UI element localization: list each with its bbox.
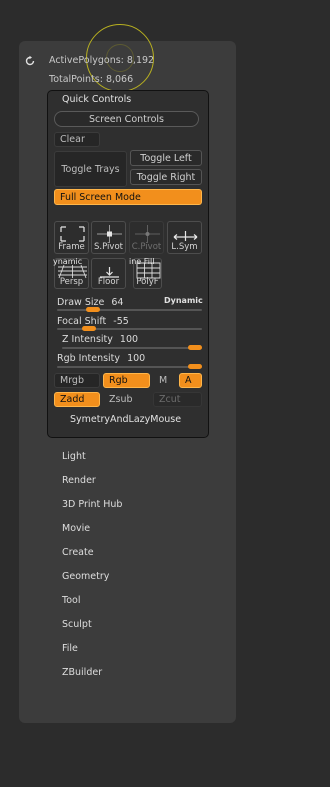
rgb-intensity-knob[interactable] — [188, 364, 202, 369]
menu-item-sculpt[interactable]: Sculpt — [62, 619, 92, 630]
frame-label: Frame — [58, 242, 85, 252]
refresh-icon[interactable] — [24, 52, 36, 66]
menu-item-3d-print-hub[interactable]: 3D Print Hub — [62, 499, 122, 510]
menu-item-geometry[interactable]: Geometry — [62, 571, 109, 582]
zsub-button[interactable]: Zsub — [103, 392, 150, 407]
full-screen-mode-label: Full Screen Mode — [60, 191, 141, 203]
floor-label: Floor — [97, 277, 120, 287]
toggle-right-label: Toggle Right — [136, 171, 196, 183]
a-button[interactable]: A — [179, 373, 202, 388]
overlap-text-line-fill: ine Fill — [129, 257, 155, 266]
local-symmetry-label: L.Sym — [171, 242, 198, 252]
menu-item-file[interactable]: File — [62, 643, 78, 654]
menu-item-zbuilder[interactable]: ZBuilder — [62, 667, 102, 678]
full-screen-mode-button[interactable]: Full Screen Mode — [54, 189, 202, 205]
z-intensity-slider[interactable] — [62, 347, 202, 349]
c-pivot-button[interactable]: C.Pivot — [129, 221, 164, 254]
rgb-button[interactable]: Rgb — [103, 373, 150, 388]
m-button[interactable]: M — [153, 373, 176, 388]
symmetry-lazymouse-item[interactable]: SymetryAndLazyMouse — [70, 414, 181, 425]
rgb-intensity-value: 100 — [127, 353, 146, 364]
focal-shift-slider[interactable] — [57, 328, 202, 330]
clear-label: Clear — [60, 134, 85, 145]
rgb-intensity-label: Rgb Intensity 100 — [57, 353, 146, 364]
rgb-intensity-slider[interactable] — [57, 366, 202, 368]
s-pivot-button[interactable]: S.Pivot — [91, 221, 126, 254]
overlap-text-dynamic: ynamic — [53, 257, 83, 266]
perspective-label: Persp — [59, 277, 84, 287]
total-points-stat: TotalPoints: 8,066 — [49, 74, 134, 85]
quick-controls-title[interactable]: Quick Controls — [62, 94, 131, 105]
polyframe-label: PolyF — [136, 277, 159, 287]
menu-item-movie[interactable]: Movie — [62, 523, 90, 534]
draw-size-knob[interactable] — [86, 307, 100, 312]
focal-shift-value: -55 — [113, 316, 129, 327]
draw-size-slider[interactable] — [57, 309, 202, 311]
toggle-right-button[interactable]: Toggle Right — [130, 169, 202, 185]
local-symmetry-button[interactable]: L.Sym — [167, 221, 202, 254]
clear-button[interactable]: Clear — [54, 132, 100, 147]
frame-button[interactable]: Frame — [54, 221, 89, 254]
toggle-trays-button[interactable]: Toggle Trays — [54, 151, 127, 187]
s-pivot-label: S.Pivot — [94, 242, 123, 252]
screen-controls-label: Screen Controls — [89, 113, 164, 125]
screen-controls-button[interactable]: Screen Controls — [54, 111, 199, 127]
menu-item-render[interactable]: Render — [62, 475, 96, 486]
floor-button[interactable]: Floor — [91, 258, 126, 289]
toggle-left-button[interactable]: Toggle Left — [130, 150, 202, 166]
mrgb-button[interactable]: Mrgb — [54, 373, 100, 388]
draw-size-value: 64 — [111, 297, 124, 308]
menu-item-tool[interactable]: Tool — [62, 595, 80, 606]
menu-item-light[interactable]: Light — [62, 451, 86, 462]
zadd-button[interactable]: Zadd — [54, 392, 100, 407]
c-pivot-label: C.Pivot — [131, 242, 162, 252]
dynamic-toggle[interactable]: Dynamic — [164, 296, 203, 305]
toggle-trays-label: Toggle Trays — [61, 163, 120, 175]
focal-shift-knob[interactable] — [82, 326, 96, 331]
z-intensity-value: 100 — [119, 334, 139, 345]
active-polygons-stat: ActivePolygons: 8,192 — [49, 55, 155, 66]
menu-item-create[interactable]: Create — [62, 547, 94, 558]
toggle-left-label: Toggle Left — [140, 152, 192, 164]
z-intensity-label: Z Intensity 100 — [62, 334, 139, 345]
zcut-button[interactable]: Zcut — [153, 392, 202, 407]
z-intensity-knob[interactable] — [188, 345, 202, 350]
